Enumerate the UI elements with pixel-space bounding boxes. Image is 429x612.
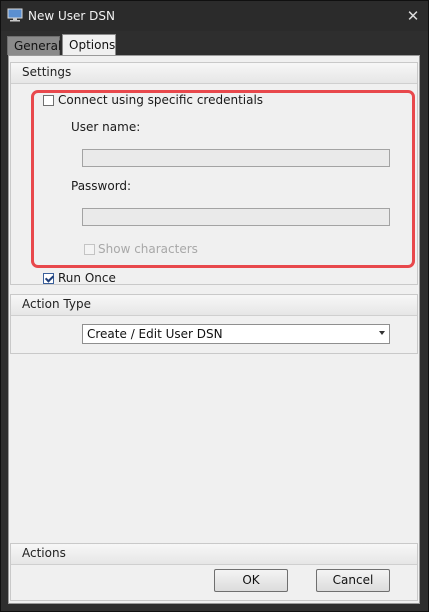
tab-options[interactable]: Options xyxy=(62,34,116,55)
close-button[interactable]: ✕ xyxy=(404,7,422,25)
title-bar[interactable]: New User DSN ✕ xyxy=(1,1,428,31)
actions-header: Actions xyxy=(11,544,417,565)
settings-group: Settings Connect using specific credenti… xyxy=(10,62,418,285)
tab-strip: General Options xyxy=(1,31,428,55)
window-title: New User DSN xyxy=(28,9,115,23)
highlight-annotation xyxy=(31,90,415,268)
action-type-dropdown[interactable]: Create / Edit User DSN xyxy=(82,324,390,344)
dialog-window: New User DSN ✕ General Options Settings … xyxy=(0,0,429,612)
ok-button[interactable]: OK xyxy=(214,569,288,592)
action-type-header: Action Type xyxy=(11,295,417,316)
tab-general[interactable]: General xyxy=(7,36,61,55)
action-type-group: Action Type Create / Edit User DSN xyxy=(10,294,418,354)
action-type-selected: Create / Edit User DSN xyxy=(87,327,223,341)
close-icon: ✕ xyxy=(406,7,420,25)
tab-content-options: Settings Connect using specific credenti… xyxy=(8,55,420,604)
run-once-label[interactable]: Run Once xyxy=(58,271,116,285)
dropdown-arrow-icon xyxy=(379,331,385,335)
run-once-checkbox[interactable] xyxy=(43,273,54,284)
settings-header: Settings xyxy=(11,63,417,84)
actions-group: Actions OK Cancel xyxy=(10,543,418,601)
computer-monitor-icon xyxy=(7,8,23,22)
cancel-button[interactable]: Cancel xyxy=(316,569,390,592)
